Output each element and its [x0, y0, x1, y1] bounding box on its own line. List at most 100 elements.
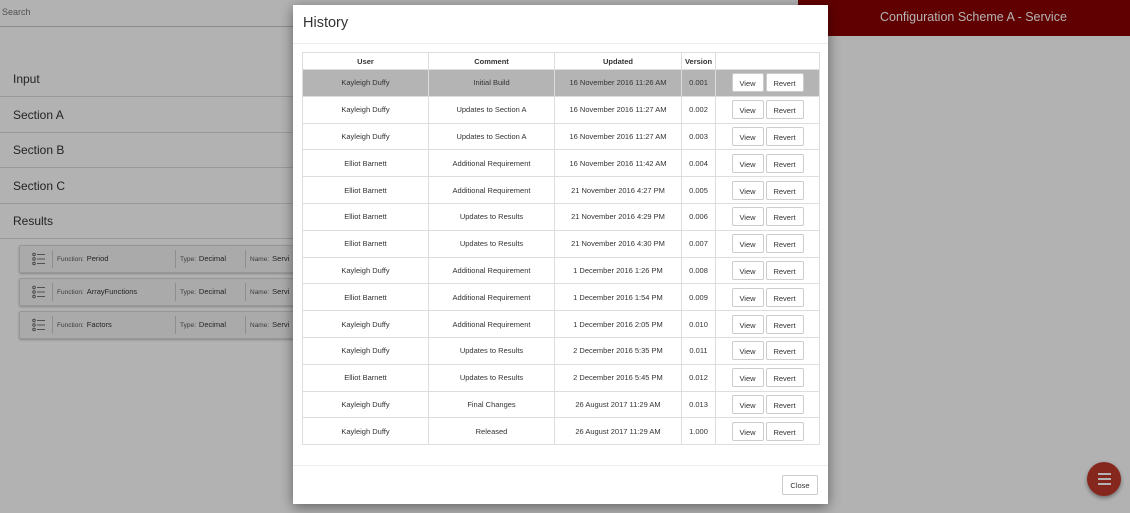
- table-row[interactable]: Elliot Barnett Updates to Results 2 Decemb…: [302, 363, 820, 392]
- view-button[interactable]: View: [731, 126, 764, 146]
- revert-button[interactable]: Revert: [765, 421, 804, 441]
- cell-actions: View Revert: [715, 310, 820, 338]
- table-row[interactable]: Elliot Barnett Additional Requirement 1 De…: [302, 283, 820, 312]
- cell-version: 0.005: [681, 176, 716, 204]
- table-row[interactable]: Kayleigh Duffy Initial Build 16 November 2…: [302, 69, 820, 97]
- view-button[interactable]: View: [731, 100, 764, 120]
- cell-version: 0.006: [681, 202, 716, 231]
- cell-actions: View Revert: [715, 202, 820, 231]
- table-row[interactable]: Elliot Barnett Additional Requirement 21 N…: [302, 176, 820, 204]
- cell-actions: View Revert: [715, 122, 820, 151]
- cell-version: 0.013: [681, 390, 716, 419]
- view-button[interactable]: View: [731, 314, 764, 334]
- table-row[interactable]: Kayleigh Duffy Final Changes 26 August 201…: [302, 390, 820, 419]
- cell-comment: Updates to Results: [428, 202, 555, 231]
- table-row[interactable]: Elliot Barnett Updates to Results 21 Novem…: [302, 229, 820, 258]
- cell-version: 0.001: [681, 69, 716, 97]
- cell-user: Elliot Barnett: [302, 176, 429, 204]
- cell-updated: 26 August 2017 11:29 AM: [554, 417, 682, 446]
- revert-button[interactable]: Revert: [765, 153, 804, 173]
- table-header-row: User Comment Updated Version: [302, 52, 820, 70]
- table-row[interactable]: Kayleigh Duffy Additional Requirement 1 De…: [302, 256, 820, 285]
- cell-version: 0.002: [681, 95, 716, 124]
- cell-comment: Additional Requirement: [428, 256, 555, 285]
- cell-comment: Released: [428, 417, 555, 446]
- revert-button[interactable]: Revert: [765, 100, 804, 120]
- cell-comment: Final Changes: [428, 390, 555, 419]
- revert-button[interactable]: Revert: [765, 368, 804, 388]
- cell-user: Kayleigh Duffy: [302, 310, 429, 338]
- view-button[interactable]: View: [731, 287, 764, 307]
- cell-user: Elliot Barnett: [302, 283, 429, 312]
- cell-user: Kayleigh Duffy: [302, 417, 429, 446]
- cell-user: Kayleigh Duffy: [302, 390, 429, 419]
- revert-button[interactable]: Revert: [765, 287, 804, 307]
- cell-user: Kayleigh Duffy: [302, 336, 429, 365]
- table-row[interactable]: Kayleigh Duffy Additional Requirement 1 De…: [302, 310, 820, 338]
- table-row[interactable]: Kayleigh Duffy Updates to Results 2 Decemb…: [302, 336, 820, 365]
- view-button[interactable]: View: [731, 421, 764, 441]
- table-row[interactable]: Elliot Barnett Updates to Results 21 Novem…: [302, 202, 820, 231]
- cell-version: 0.008: [681, 256, 716, 285]
- close-button[interactable]: Close: [782, 475, 818, 495]
- cell-actions: View Revert: [715, 363, 820, 392]
- cell-comment: Additional Requirement: [428, 283, 555, 312]
- table-row[interactable]: Kayleigh Duffy Released 26 August 2017 11:…: [302, 417, 820, 446]
- table-row[interactable]: Elliot Barnett Additional Requirement 16 N…: [302, 149, 820, 178]
- table-row[interactable]: Kayleigh Duffy Updates to Section A 16 Nov…: [302, 95, 820, 124]
- cell-user: Elliot Barnett: [302, 202, 429, 231]
- view-button[interactable]: View: [731, 180, 764, 200]
- divider: [293, 43, 828, 44]
- cell-user: Kayleigh Duffy: [302, 256, 429, 285]
- cell-updated: 26 August 2017 11:29 AM: [554, 390, 682, 419]
- cell-updated: 21 November 2016 4:29 PM: [554, 202, 682, 231]
- revert-button[interactable]: Revert: [765, 180, 804, 200]
- cell-actions: View Revert: [715, 95, 820, 124]
- view-button[interactable]: View: [731, 368, 764, 388]
- cell-actions: View Revert: [715, 417, 820, 446]
- cell-actions: View Revert: [715, 229, 820, 258]
- cell-user: Elliot Barnett: [302, 229, 429, 258]
- cell-version: 0.004: [681, 149, 716, 178]
- cell-comment: Additional Requirement: [428, 310, 555, 338]
- revert-button[interactable]: Revert: [765, 314, 804, 334]
- cell-actions: View Revert: [715, 256, 820, 285]
- cell-updated: 21 November 2016 4:30 PM: [554, 229, 682, 258]
- revert-button[interactable]: Revert: [765, 234, 804, 254]
- cell-actions: View Revert: [715, 176, 820, 204]
- history-table-body: Kayleigh Duffy Initial Build 16 November 2…: [302, 69, 820, 446]
- cell-updated: 16 November 2016 11:27 AM: [554, 95, 682, 124]
- view-button[interactable]: View: [731, 394, 764, 414]
- cell-actions: View Revert: [715, 149, 820, 178]
- cell-comment: Additional Requirement: [428, 176, 555, 204]
- view-button[interactable]: View: [731, 207, 764, 227]
- cell-version: 0.009: [681, 283, 716, 312]
- cell-user: Kayleigh Duffy: [302, 122, 429, 151]
- cell-comment: Updates to Results: [428, 229, 555, 258]
- cell-updated: 21 November 2016 4:27 PM: [554, 176, 682, 204]
- modal-title: History: [303, 15, 349, 31]
- table-row[interactable]: Kayleigh Duffy Updates to Section A 16 Nov…: [302, 122, 820, 151]
- view-button[interactable]: View: [731, 234, 764, 254]
- view-button[interactable]: View: [731, 260, 764, 280]
- revert-button[interactable]: Revert: [765, 73, 804, 93]
- cell-updated: 1 December 2016 2:05 PM: [554, 310, 682, 338]
- view-button[interactable]: View: [731, 153, 764, 173]
- view-button[interactable]: View: [731, 341, 764, 361]
- revert-button[interactable]: Revert: [765, 394, 804, 414]
- revert-button[interactable]: Revert: [765, 341, 804, 361]
- column-header-user: User: [302, 52, 429, 70]
- revert-button[interactable]: Revert: [765, 207, 804, 227]
- cell-version: 0.012: [681, 363, 716, 392]
- cell-user: Kayleigh Duffy: [302, 69, 429, 97]
- cell-user: Elliot Barnett: [302, 149, 429, 178]
- cell-user: Elliot Barnett: [302, 363, 429, 392]
- cell-comment: Updates to Section A: [428, 122, 555, 151]
- cell-comment: Initial Build: [428, 69, 555, 97]
- revert-button[interactable]: Revert: [765, 126, 804, 146]
- view-button[interactable]: View: [731, 73, 764, 93]
- cell-comment: Additional Requirement: [428, 149, 555, 178]
- column-header-comment: Comment: [428, 52, 555, 70]
- revert-button[interactable]: Revert: [765, 260, 804, 280]
- cell-actions: View Revert: [715, 336, 820, 365]
